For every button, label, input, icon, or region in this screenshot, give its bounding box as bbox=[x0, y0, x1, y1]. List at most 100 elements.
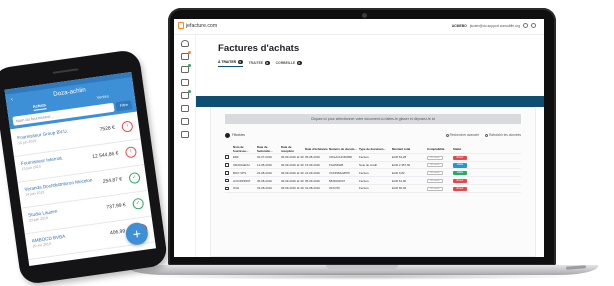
tab-label: CORBEILLE bbox=[275, 60, 296, 65]
status-badge: Validé bbox=[453, 163, 467, 168]
table-cell: 24-08-2019 bbox=[257, 170, 272, 175]
laptop-screen: jefacture.com ACMEBO jlucien@du.support.… bbox=[174, 19, 544, 257]
table-header-row: Nom de fournisse... Date de facturatio...… bbox=[225, 145, 521, 154]
table-cell: ORANGENU bbox=[233, 162, 250, 167]
laptop-shadow bbox=[140, 273, 584, 280]
user-org: ACMEBO bbox=[451, 23, 467, 28]
search-icon bbox=[445, 133, 449, 137]
column-header[interactable]: Comptabilité bbox=[427, 147, 453, 151]
table-cell: EUR 64,28 bbox=[392, 155, 407, 160]
receipt-icon[interactable] bbox=[180, 64, 191, 73]
brand-logo-icon bbox=[178, 22, 184, 29]
invoice-table: Nom de fournisse... Date de facturatio...… bbox=[225, 145, 521, 193]
tab-2[interactable]: CORBEILLE 0 bbox=[276, 60, 302, 67]
accounting-cell: En cours bbox=[427, 155, 453, 160]
accounting-tag[interactable]: En cours bbox=[427, 171, 443, 176]
table-cell: 05-08-2019 bbox=[305, 155, 320, 160]
column-header[interactable]: Nom de fournisse... bbox=[233, 145, 257, 153]
table-row[interactable]: OVH 03-08-2019 06-09-2019 11:49 01-08-2019 O… bbox=[225, 185, 521, 193]
table-cell: OFS726 bbox=[329, 186, 340, 191]
settings-icon[interactable] bbox=[523, 23, 528, 28]
table-cell: 12-08-2019 bbox=[257, 162, 272, 167]
table-cell: 06-09-2019 11:49 bbox=[281, 186, 304, 191]
row-select-cell bbox=[225, 178, 233, 183]
brand-name: jefacture.com bbox=[186, 22, 218, 29]
tab-count-badge: 0 bbox=[296, 60, 302, 65]
tab-label: À TRAITER bbox=[218, 60, 237, 65]
filter-label[interactable]: Filtrables bbox=[232, 133, 245, 137]
accounting-tag[interactable]: En cours bbox=[427, 155, 443, 160]
app-topbar: jefacture.com ACMEBO jlucien@du.support.… bbox=[174, 19, 544, 35]
upload-dropzone[interactable]: Cliquez ici pour sélectionner votre docu… bbox=[225, 114, 521, 124]
phone-tab-ventes[interactable]: Ventes bbox=[96, 93, 109, 102]
advanced-search-label: Rechercher avancée bbox=[449, 133, 480, 137]
table-row[interactable]: GOODPRINT 30-08-2019 06-09-2019 11:49 05-09… bbox=[225, 177, 521, 185]
table-cell: 03-08-2019 bbox=[257, 186, 272, 191]
page-title: Factures d'achats bbox=[218, 43, 300, 54]
table-cell: 30-08-2019 bbox=[257, 178, 272, 183]
sidebar bbox=[174, 35, 196, 257]
column-header[interactable]: Numéro de docum... bbox=[329, 147, 359, 151]
row-select-cell bbox=[225, 170, 233, 175]
row-checkbox[interactable] bbox=[225, 170, 229, 175]
table-row[interactable]: ORANGENU 12-08-2019 06-09-2019 11:49 15-09-… bbox=[225, 162, 521, 170]
table-cell: 05-09-2019 bbox=[305, 178, 320, 183]
row-checkbox[interactable] bbox=[225, 178, 229, 183]
column-header[interactable]: Montant total bbox=[392, 147, 427, 151]
table-cell: 15-09-2019 bbox=[305, 162, 320, 167]
accounting-cell: En cours bbox=[427, 162, 453, 168]
advanced-search-button[interactable]: Rechercher avancée bbox=[445, 133, 480, 137]
document-icon[interactable] bbox=[180, 90, 191, 99]
tab-0[interactable]: À TRAITER 5 bbox=[218, 60, 243, 67]
table-cell: GOODPRINT bbox=[233, 178, 251, 183]
status-badge: Erreur bbox=[453, 155, 467, 160]
notification-icon[interactable] bbox=[531, 23, 536, 28]
table-cell: BOO VPS bbox=[233, 170, 247, 175]
table-cell: 22-09-2019 bbox=[305, 170, 320, 175]
tab-count-badge: 5 bbox=[237, 60, 243, 65]
alert-icon: ! bbox=[124, 146, 138, 159]
status-cell: Erreur bbox=[453, 186, 481, 191]
gauge-icon[interactable] bbox=[180, 40, 189, 47]
alert-icon: ! bbox=[121, 120, 134, 133]
archive-icon[interactable] bbox=[180, 131, 189, 138]
table-cell: 06-09-2019 11:49 bbox=[281, 155, 304, 160]
table-cell: EDF bbox=[233, 155, 239, 160]
table-cell: VCF458422PPF bbox=[329, 170, 351, 175]
filter-icon[interactable] bbox=[225, 132, 230, 138]
calendar-icon[interactable] bbox=[180, 118, 189, 125]
accounting-tag[interactable]: En cours bbox=[427, 186, 443, 191]
list-icon[interactable] bbox=[180, 105, 189, 112]
refresh-button[interactable]: Rafraîchir les données bbox=[485, 133, 521, 137]
column-header[interactable]: Statut bbox=[453, 147, 481, 151]
check-icon: ✓ bbox=[131, 197, 145, 210]
column-header[interactable]: Date de facturatio... bbox=[257, 145, 281, 153]
tab-label: TRAITÉE bbox=[248, 60, 264, 65]
table-row[interactable]: EDF 04-07-2019 06-09-2019 11:49 05-08-2019 C… bbox=[225, 154, 521, 162]
column-header[interactable]: Date de réception bbox=[281, 145, 305, 153]
inbox-icon[interactable] bbox=[180, 51, 191, 60]
row-checkbox[interactable] bbox=[225, 186, 229, 191]
table-cell: EUR 9,82 bbox=[392, 170, 405, 175]
refresh-label: Rafraîchir les données bbox=[489, 133, 521, 137]
table-cell: EUR 2.357,60 bbox=[392, 162, 411, 167]
status-cell: Validé bbox=[453, 162, 481, 168]
table-row[interactable]: BOO VPS 24-08-2019 06-09-2019 11:49 22-09-2… bbox=[225, 169, 521, 178]
column-header[interactable]: Type de documen... bbox=[359, 147, 392, 151]
folder-icon[interactable] bbox=[180, 79, 189, 86]
row-checkbox[interactable] bbox=[225, 155, 229, 159]
table-cell: 06-09-2019 11:49 bbox=[281, 178, 304, 183]
status-cell: Validé bbox=[453, 170, 481, 176]
phone-tab-achats[interactable]: Achats bbox=[32, 102, 47, 111]
tab-1[interactable]: TRAITÉE 8 bbox=[249, 60, 270, 67]
row-checkbox[interactable] bbox=[225, 163, 229, 167]
row-select-cell bbox=[225, 163, 233, 167]
status-badge: Erreur bbox=[453, 178, 467, 184]
phone-filter-button[interactable]: Filtre bbox=[115, 100, 133, 112]
user-area[interactable]: ACMEBO jlucien@du.support.consultfin.org bbox=[452, 23, 536, 28]
accounting-tag[interactable]: En cours bbox=[427, 179, 443, 184]
column-header[interactable]: Date d'échéance bbox=[305, 147, 329, 151]
accounting-cell: En cours bbox=[427, 186, 453, 191]
brand[interactable]: jefacture.com bbox=[178, 22, 217, 29]
accounting-tag[interactable]: En cours bbox=[427, 163, 443, 168]
